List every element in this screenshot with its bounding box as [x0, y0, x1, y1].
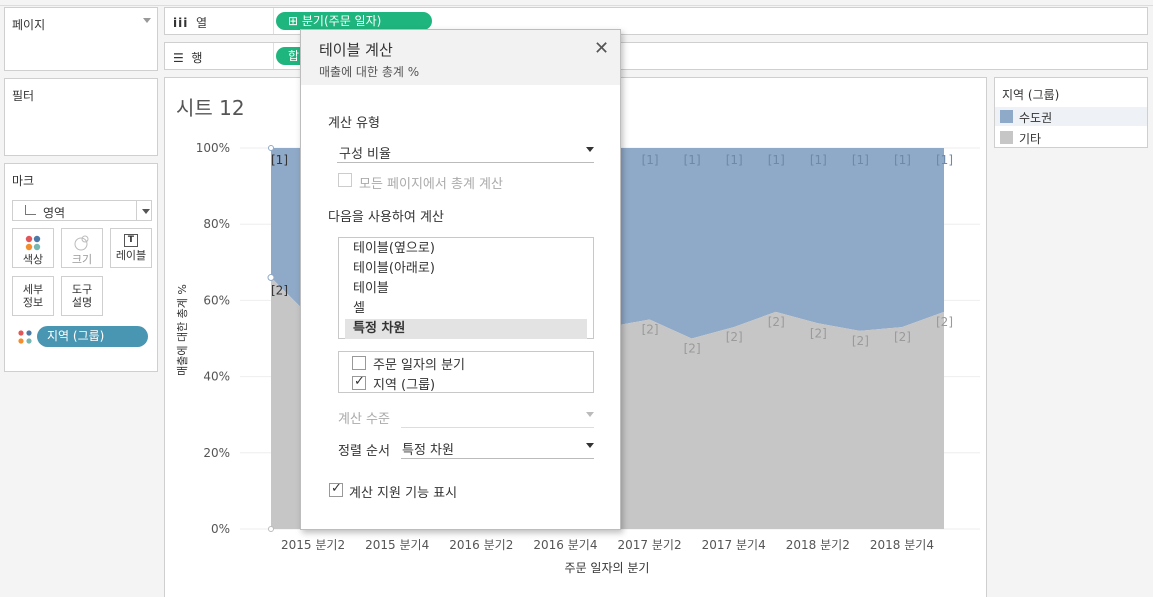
legend-panel: 지역 (그룹) 수도권 기타 [994, 77, 1148, 148]
dialog-title: 테이블 계산 [319, 41, 393, 59]
detail-button[interactable]: 세부 정보 [12, 276, 54, 316]
legend-item[interactable]: 기타 [995, 128, 1147, 147]
legend-label: 수도권 [1019, 111, 1053, 125]
all-pages-label: 모든 페이지에서 총계 계산 [359, 177, 503, 192]
detail-line1: 세부 [22, 283, 44, 296]
sort-label: 정렬 순서 [338, 444, 390, 459]
top-strip [0, 0, 1153, 6]
size-icon [74, 235, 89, 251]
mark-type-divider [136, 201, 137, 220]
calc-type-label: 계산 유형 [328, 116, 380, 131]
tooltip-line2: 설명 [71, 296, 93, 309]
size-button-label: 크기 [71, 253, 93, 266]
color-field-pill[interactable]: 지역 (그룹) [37, 326, 148, 347]
rows-label: 행 [191, 51, 203, 65]
dialog-subtitle: 매출에 대한 총계 % [319, 65, 420, 79]
compute-option[interactable]: 테이블(아래로) [345, 259, 587, 279]
rows-icon: ☰ [173, 51, 184, 65]
level-select[interactable] [401, 406, 594, 428]
legend-swatch [1000, 110, 1013, 123]
marks-title: 마크 [12, 174, 35, 188]
compute-option-selected[interactable]: 특정 차원 [345, 319, 587, 339]
sheet-title: 시트 12 [176, 96, 245, 120]
compute-option[interactable]: 테이블 [345, 279, 587, 299]
label-icon: T [124, 234, 138, 247]
label-button[interactable]: T 레이블 [110, 228, 152, 268]
columns-icon: iii [173, 16, 189, 30]
shelf-divider [273, 43, 274, 69]
marks-panel: 마크 영역 색상 크기 T 레이블 세부 정보 도구 설명 지역 (그룹) [4, 163, 158, 372]
dialog-header: 테이블 계산 매출에 대한 총계 % ✕ [301, 30, 620, 85]
expand-icon[interactable]: ⊞ [288, 14, 298, 28]
dimension-label: 지역 (그룹) [373, 378, 436, 393]
color-dots-icon [18, 330, 32, 344]
sort-value: 특정 차원 [402, 443, 454, 458]
level-label: 계산 수준 [338, 412, 390, 427]
dimension-checkbox-region[interactable] [352, 374, 366, 390]
detail-line2: 정보 [22, 296, 44, 309]
compute-option[interactable]: 셀 [345, 299, 587, 319]
mark-type-select[interactable]: 영역 [12, 200, 152, 221]
columns-shelf-label: iii 열 [173, 14, 207, 31]
legend-item[interactable]: 수도권 [995, 107, 1147, 126]
compute-using-label: 다음을 사용하여 계산 [328, 210, 444, 225]
dimension-label: 주문 일자의 분기 [373, 358, 465, 373]
chevron-down-icon [586, 443, 594, 448]
all-pages-checkbox[interactable] [338, 173, 352, 187]
compute-using-list[interactable]: 테이블(옆으로) 테이블(아래로) 테이블 셀 특정 차원 [338, 237, 594, 339]
size-button[interactable]: 크기 [61, 228, 103, 268]
filters-panel[interactable]: 필터 [4, 78, 158, 156]
mark-type-label: 영역 [43, 206, 66, 220]
tooltip-line1: 도구 [71, 283, 93, 296]
close-icon[interactable]: ✕ [594, 38, 609, 59]
table-calc-dialog: 테이블 계산 매출에 대한 총계 % ✕ 계산 유형 구성 비율 모든 페이지에… [300, 29, 621, 530]
shelf-divider [273, 8, 274, 34]
legend-label: 기타 [1019, 132, 1042, 146]
calc-type-value: 구성 비율 [339, 147, 391, 162]
legend-title: 지역 (그룹) [1002, 88, 1060, 102]
show-assist-label: 계산 지원 기능 표시 [349, 486, 458, 501]
chevron-down-icon [586, 147, 594, 152]
label-button-label: 레이블 [115, 249, 147, 262]
color-dots-icon [25, 235, 41, 251]
area-chart-icon [25, 205, 36, 215]
chevron-down-icon[interactable] [143, 18, 151, 23]
sort-select[interactable]: 특정 차원 [401, 437, 594, 459]
columns-label: 열 [195, 16, 208, 30]
rows-shelf-label: ☰ 행 [173, 49, 202, 66]
tooltip-button[interactable]: 도구 설명 [61, 276, 103, 316]
columns-pill-label: 분기(주문 일자) [301, 14, 382, 28]
color-button[interactable]: 색상 [12, 228, 54, 268]
chevron-down-icon [586, 412, 594, 417]
filters-title: 필터 [12, 89, 35, 103]
calc-type-select[interactable]: 구성 비율 [337, 141, 594, 163]
pages-panel[interactable]: 페이지 [4, 7, 158, 71]
dimension-list: 주문 일자의 분기 지역 (그룹) [338, 351, 594, 393]
columns-pill[interactable]: ⊞ 분기(주문 일자) [276, 12, 432, 30]
show-assist-checkbox[interactable] [329, 481, 343, 497]
dimension-checkbox-quarter[interactable] [352, 356, 366, 370]
color-button-label: 색상 [22, 253, 44, 266]
compute-option[interactable]: 테이블(옆으로) [345, 239, 587, 259]
legend-swatch [1000, 131, 1013, 144]
pages-title: 페이지 [12, 18, 46, 32]
chevron-down-icon [142, 209, 150, 214]
